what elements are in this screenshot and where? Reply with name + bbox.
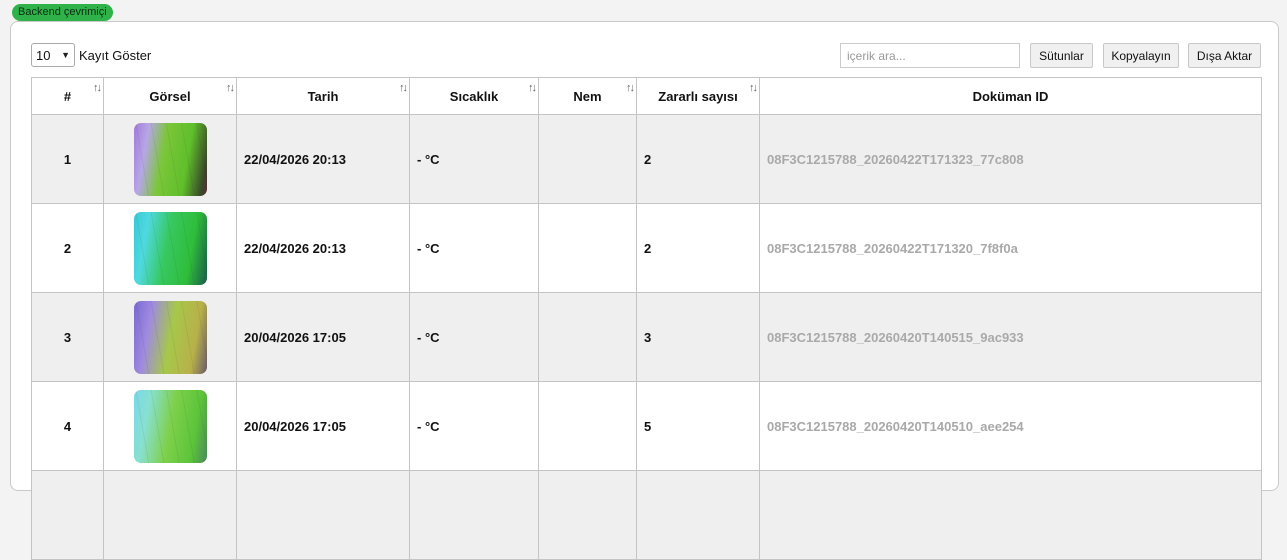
cell-doc-id: 08F3C1215788_20260422T171320_7f8f0a xyxy=(759,203,1262,293)
thumbnail-image[interactable] xyxy=(133,211,207,285)
search-input[interactable]: içerik ara... xyxy=(840,43,1020,68)
cell-humidity xyxy=(538,292,637,382)
cell-date: 20/04/2026 17:05 xyxy=(236,381,410,471)
cell-index: 1 xyxy=(31,114,104,204)
cell-humidity xyxy=(538,203,637,293)
table-row[interactable]: 1 22/04/2026 20:13 - °C 2 08F3C1215788_2… xyxy=(31,114,1262,204)
cell-humidity xyxy=(538,470,637,560)
cell-image xyxy=(103,203,237,293)
cell-humidity xyxy=(538,381,637,471)
column-header-image[interactable]: Görsel ↑↓ xyxy=(103,77,237,115)
records-panel: 10 ▼ Kayıt Göster içerik ara... Sütunlar… xyxy=(10,21,1279,560)
cell-date xyxy=(236,470,410,560)
cell-index xyxy=(31,470,104,560)
copy-button[interactable]: Kopyalayın xyxy=(1103,43,1179,68)
column-header-humidity[interactable]: Nem ↑↓ xyxy=(538,77,637,115)
columns-button[interactable]: Sütunlar xyxy=(1030,43,1093,68)
export-button[interactable]: Dışa Aktar xyxy=(1188,43,1261,68)
cell-date: 22/04/2026 20:13 xyxy=(236,203,410,293)
cell-doc-id xyxy=(759,470,1262,560)
cell-pest-count xyxy=(636,470,760,560)
page-length-value: 10 xyxy=(36,47,51,63)
cell-date: 20/04/2026 17:05 xyxy=(236,292,410,382)
records-table: # ↑↓ Görsel ↑↓ Tarih ↑↓ Sıcaklık ↑↓ Nem ↑↓ Za… xyxy=(31,77,1262,560)
table-row[interactable]: 4 20/04/2026 17:05 - °C 5 08F3C1215788_2… xyxy=(31,381,1262,471)
search-placeholder: içerik ara... xyxy=(847,48,906,63)
sort-arrows-icon[interactable]: ↑↓ xyxy=(528,82,537,94)
column-header-label: Zararlı sayısı xyxy=(658,88,738,104)
cell-temperature: - °C xyxy=(409,114,539,204)
column-header-temperature[interactable]: Sıcaklık ↑↓ xyxy=(409,77,539,115)
cell-image xyxy=(103,292,237,382)
cell-doc-id: 08F3C1215788_20260420T140510_aee254 xyxy=(759,381,1262,471)
cell-image xyxy=(103,114,237,204)
chevron-down-icon: ▼ xyxy=(61,50,70,60)
column-header-label: Tarih xyxy=(307,88,339,104)
cell-image xyxy=(103,381,237,471)
cell-pest-count: 2 xyxy=(636,114,760,204)
column-header-label: # xyxy=(63,88,72,104)
cell-humidity xyxy=(538,114,637,204)
column-header-label: Doküman ID xyxy=(972,88,1049,104)
sort-arrows-icon[interactable]: ↑↓ xyxy=(399,82,408,94)
column-header-date[interactable]: Tarih ↑↓ xyxy=(236,77,410,115)
sort-arrows-icon[interactable]: ↑↓ xyxy=(626,82,635,94)
table-toolbar: 10 ▼ Kayıt Göster içerik ara... Sütunlar… xyxy=(31,43,1261,69)
column-header-doc-id: Doküman ID xyxy=(759,77,1262,115)
page-length-select[interactable]: 10 ▼ xyxy=(31,43,75,67)
cell-index: 3 xyxy=(31,292,104,382)
cell-pest-count: 3 xyxy=(636,292,760,382)
cell-doc-id: 08F3C1215788_20260422T171323_77c808 xyxy=(759,114,1262,204)
thumbnail-image[interactable] xyxy=(133,389,207,463)
sort-arrows-icon[interactable]: ↑↓ xyxy=(93,82,102,94)
cell-temperature: - °C xyxy=(409,203,539,293)
cell-temperature: - °C xyxy=(409,292,539,382)
table-row[interactable]: 2 22/04/2026 20:13 - °C 2 08F3C1215788_2… xyxy=(31,203,1262,293)
cell-index: 4 xyxy=(31,381,104,471)
thumbnail-image[interactable] xyxy=(133,300,207,374)
status-badge: Backend çevrimiçi xyxy=(12,4,113,21)
column-header-index[interactable]: # ↑↓ xyxy=(31,77,104,115)
cell-pest-count: 5 xyxy=(636,381,760,471)
sort-arrows-icon[interactable]: ↑↓ xyxy=(226,82,235,94)
cell-temperature: - °C xyxy=(409,381,539,471)
cell-date: 22/04/2026 20:13 xyxy=(236,114,410,204)
sort-arrows-icon[interactable]: ↑↓ xyxy=(749,82,758,94)
cell-index: 2 xyxy=(31,203,104,293)
cell-image xyxy=(103,470,237,560)
column-header-label: Sıcaklık xyxy=(449,88,499,104)
column-header-label: Nem xyxy=(573,88,602,104)
column-header-pest-count[interactable]: Zararlı sayısı ↑↓ xyxy=(636,77,760,115)
cell-temperature xyxy=(409,470,539,560)
page-length-label: Kayıt Göster xyxy=(79,48,152,63)
table-row[interactable] xyxy=(31,470,1262,560)
thumbnail-image[interactable] xyxy=(133,122,207,196)
cell-doc-id: 08F3C1215788_20260420T140515_9ac933 xyxy=(759,292,1262,382)
column-header-label: Görsel xyxy=(149,88,191,104)
table-row[interactable]: 3 20/04/2026 17:05 - °C 3 08F3C1215788_2… xyxy=(31,292,1262,382)
table-header-row: # ↑↓ Görsel ↑↓ Tarih ↑↓ Sıcaklık ↑↓ Nem ↑↓ Za… xyxy=(31,77,1262,115)
cell-pest-count: 2 xyxy=(636,203,760,293)
